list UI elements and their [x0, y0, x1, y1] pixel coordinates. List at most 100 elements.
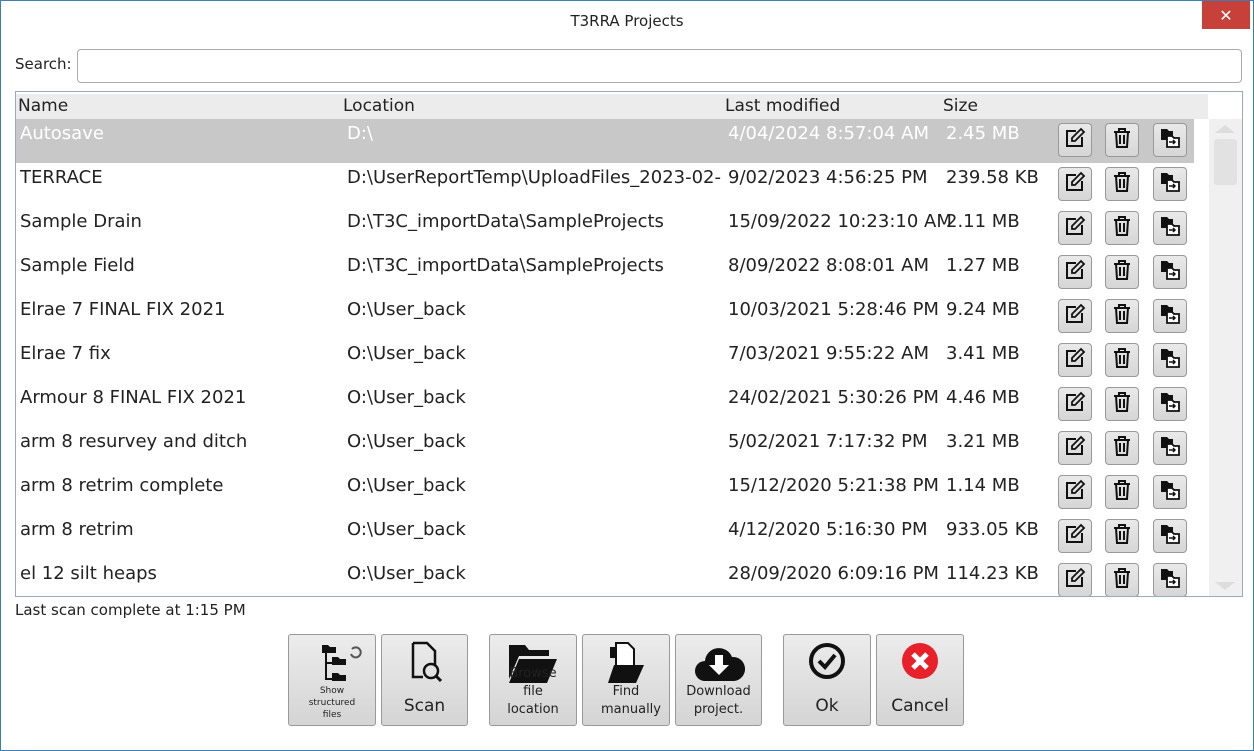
- delete-button[interactable]: [1105, 343, 1139, 377]
- find-manually-button[interactable]: Find manually: [582, 634, 670, 726]
- move-button[interactable]: [1153, 343, 1187, 377]
- table-row[interactable]: TERRACE D:\UserReportTemp\UploadFiles_20…: [16, 163, 1194, 207]
- edit-button[interactable]: [1058, 299, 1092, 333]
- status-text: Last scan complete at 1:15 PM: [15, 601, 246, 619]
- move-button[interactable]: [1153, 255, 1187, 289]
- edit-icon: [1064, 171, 1086, 198]
- folder-move-icon: [1159, 523, 1181, 550]
- scroll-down-icon[interactable]: [1215, 582, 1235, 590]
- delete-button[interactable]: [1105, 299, 1139, 333]
- delete-button[interactable]: [1105, 387, 1139, 421]
- header-modified[interactable]: Last modified: [725, 96, 840, 116]
- trash-icon: [1112, 303, 1132, 330]
- edit-button[interactable]: [1058, 519, 1092, 553]
- row-modified: 9/02/2023 4:56:25 PM: [728, 167, 928, 188]
- cancel-button[interactable]: Cancel: [876, 634, 964, 726]
- row-modified: 8/09/2022 8:08:01 AM: [728, 255, 929, 276]
- row-name: Elrae 7 fix: [20, 343, 111, 364]
- row-name: arm 8 retrim: [20, 519, 134, 540]
- row-name: arm 8 retrim complete: [20, 475, 224, 496]
- header-location[interactable]: Location: [343, 96, 415, 116]
- delete-button[interactable]: [1105, 563, 1139, 596]
- trash-icon: [1112, 215, 1132, 242]
- row-location: O:\User_back: [347, 519, 466, 540]
- scroll-thumb[interactable]: [1214, 139, 1237, 185]
- move-button[interactable]: [1153, 431, 1187, 465]
- edit-button[interactable]: [1058, 387, 1092, 421]
- table-row[interactable]: Autosave D:\ 4/04/2024 8:57:04 AM 2.45 M…: [16, 119, 1194, 163]
- table-row[interactable]: Sample Drain D:\T3C_importData\SamplePro…: [16, 207, 1194, 251]
- edit-button[interactable]: [1058, 343, 1092, 377]
- trash-icon: [1112, 435, 1132, 462]
- edit-button[interactable]: [1058, 255, 1092, 289]
- folder-move-icon: [1159, 171, 1181, 198]
- header-name[interactable]: Name: [18, 96, 68, 116]
- folder-move-icon: [1159, 567, 1181, 594]
- trash-icon: [1112, 567, 1132, 594]
- edit-button[interactable]: [1058, 123, 1092, 157]
- folder-move-icon: [1159, 435, 1181, 462]
- row-modified: 4/12/2020 5:16:30 PM: [728, 519, 928, 540]
- move-button[interactable]: [1153, 475, 1187, 509]
- table-row[interactable]: Sample Field D:\T3C_importData\SamplePro…: [16, 251, 1194, 295]
- row-size: 3.21 MB: [946, 431, 1020, 452]
- delete-button[interactable]: [1105, 255, 1139, 289]
- move-button[interactable]: [1153, 167, 1187, 201]
- row-size: 1.14 MB: [946, 475, 1020, 496]
- row-size: 933.05 KB: [946, 519, 1039, 540]
- table-row[interactable]: Elrae 7 fix O:\User_back 7/03/2021 9:55:…: [16, 339, 1194, 383]
- delete-button[interactable]: [1105, 211, 1139, 245]
- delete-button[interactable]: [1105, 431, 1139, 465]
- folder-move-icon: [1159, 259, 1181, 286]
- table-row[interactable]: Elrae 7 FINAL FIX 2021 O:\User_back 10/0…: [16, 295, 1194, 339]
- edit-icon: [1064, 479, 1086, 506]
- table-row[interactable]: arm 8 retrim complete O:\User_back 15/12…: [16, 471, 1194, 515]
- edit-button[interactable]: [1058, 563, 1092, 596]
- close-button[interactable]: ✕: [1202, 1, 1250, 29]
- projects-window: T3RRA Projects ✕ Search: Name Location L…: [0, 0, 1254, 751]
- move-button[interactable]: [1153, 563, 1187, 596]
- row-modified: 10/03/2021 5:28:46 PM: [728, 299, 939, 320]
- ok-label: Ok: [815, 696, 839, 716]
- folder-move-icon: [1159, 391, 1181, 418]
- edit-icon: [1064, 127, 1086, 154]
- header-size[interactable]: Size: [943, 96, 978, 116]
- show-structured-files-button[interactable]: Show structured files: [288, 634, 376, 726]
- delete-button[interactable]: [1105, 519, 1139, 553]
- move-button[interactable]: [1153, 387, 1187, 421]
- scan-button[interactable]: Scan: [381, 634, 468, 726]
- search-input[interactable]: [77, 49, 1242, 83]
- scroll-up-icon[interactable]: [1215, 125, 1235, 133]
- move-button[interactable]: [1153, 299, 1187, 333]
- move-button[interactable]: [1153, 123, 1187, 157]
- edit-icon: [1064, 435, 1086, 462]
- delete-button[interactable]: [1105, 167, 1139, 201]
- delete-button[interactable]: [1105, 123, 1139, 157]
- move-button[interactable]: [1153, 519, 1187, 553]
- ok-button[interactable]: Ok: [783, 634, 871, 726]
- edit-button[interactable]: [1058, 475, 1092, 509]
- scrollbar[interactable]: [1209, 119, 1242, 596]
- edit-button[interactable]: [1058, 431, 1092, 465]
- table-row[interactable]: Armour 8 FINAL FIX 2021 O:\User_back 24/…: [16, 383, 1194, 427]
- row-size: 9.24 MB: [946, 299, 1020, 320]
- table-row[interactable]: el 12 silt heaps O:\User_back 28/09/2020…: [16, 559, 1194, 596]
- move-button[interactable]: [1153, 211, 1187, 245]
- folder-move-icon: [1159, 127, 1181, 154]
- table-row[interactable]: arm 8 resurvey and ditch O:\User_back 5/…: [16, 427, 1194, 471]
- row-size: 2.11 MB: [946, 211, 1020, 232]
- project-list: Name Location Last modified Size Autosav…: [15, 91, 1243, 597]
- delete-button[interactable]: [1105, 475, 1139, 509]
- download-project-button[interactable]: Download project.: [675, 634, 762, 726]
- folder-move-icon: [1159, 347, 1181, 374]
- edit-button[interactable]: [1058, 211, 1092, 245]
- row-modified: 4/04/2024 8:57:04 AM: [728, 123, 929, 144]
- edit-button[interactable]: [1058, 167, 1092, 201]
- folder-move-icon: [1159, 479, 1181, 506]
- row-size: 4.46 MB: [946, 387, 1020, 408]
- trash-icon: [1112, 479, 1132, 506]
- table-row[interactable]: arm 8 retrim O:\User_back 4/12/2020 5:16…: [16, 515, 1194, 559]
- browse-file-location-button[interactable]: Browse file location: [489, 634, 577, 726]
- edit-icon: [1064, 259, 1086, 286]
- row-location: O:\User_back: [347, 343, 466, 364]
